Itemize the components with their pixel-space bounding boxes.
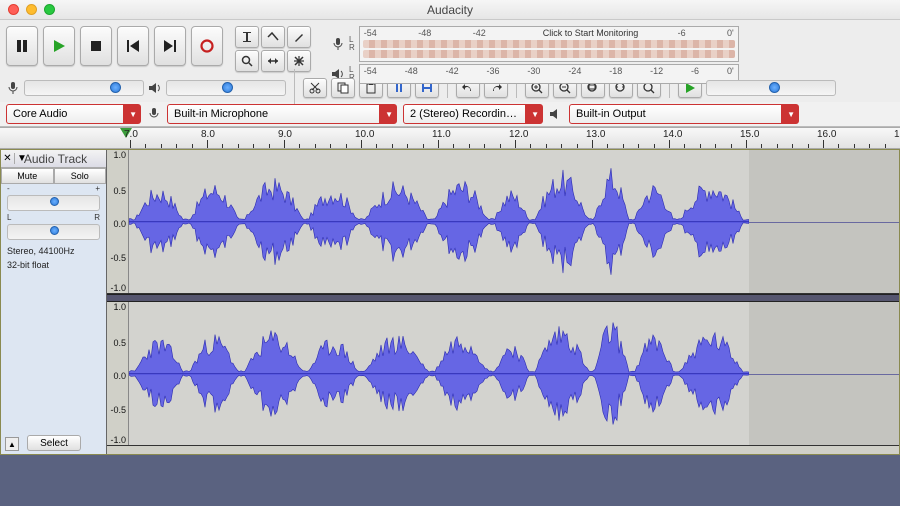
ruler-label: 17.0: [894, 129, 900, 140]
tools-grid: [235, 26, 311, 72]
track-name[interactable]: Audio Track: [1, 152, 106, 166]
waveform-left: [129, 150, 749, 293]
ruler-label: 12.0: [509, 129, 528, 140]
pan-l: L: [7, 213, 11, 222]
audio-host-combo[interactable]: Core Audio: [6, 104, 141, 124]
meter-lr-label: LR: [349, 36, 355, 52]
rec-meter-hint[interactable]: Click to Start Monitoring: [540, 28, 642, 38]
empty-region: [749, 302, 899, 445]
speaker-icon: [148, 81, 162, 95]
ruler-label: 14.0: [663, 129, 682, 140]
play-volume-slider[interactable]: [166, 80, 286, 96]
speaker-icon: [549, 107, 563, 121]
ruler-label: 15.0: [740, 129, 759, 140]
device-toolbar: Core Audio Built-in Microphone 2 (Stereo…: [0, 102, 900, 126]
mic-icon: [331, 37, 345, 51]
copy-button[interactable]: [331, 78, 355, 98]
ruler-label: 8.0: [201, 129, 215, 140]
recording-meter[interactable]: -54-48-42-18-12-60' Click to Start Monit…: [359, 26, 739, 62]
solo-button[interactable]: Solo: [54, 168, 107, 184]
pan-slider[interactable]: [7, 224, 100, 240]
cut-button[interactable]: [303, 78, 327, 98]
mute-button[interactable]: Mute: [1, 168, 54, 184]
ruler-label: 11.0: [432, 129, 451, 140]
recording-device-value: Built-in Microphone: [174, 108, 268, 120]
track-info-line2: 32-bit float: [1, 256, 106, 274]
envelope-tool[interactable]: [261, 26, 285, 48]
mic-icon: [6, 81, 20, 95]
pan-r: R: [94, 213, 100, 222]
window-title: Audacity: [0, 3, 900, 17]
gain-slider[interactable]: [7, 195, 100, 211]
playback-device-combo[interactable]: Built-in Output: [569, 104, 799, 124]
collapse-button[interactable]: ▲: [5, 437, 19, 451]
empty-region: [749, 150, 899, 293]
skip-start-button[interactable]: [117, 26, 149, 66]
toolbar-row-1: LR -54-48-42-18-12-60' Click to Start Mo…: [0, 20, 900, 74]
timeshift-tool[interactable]: [261, 50, 285, 72]
stop-button[interactable]: [80, 26, 112, 66]
channels-value: 2 (Stereo) Recordin…: [410, 108, 517, 120]
select-track-button[interactable]: Select: [27, 435, 81, 451]
skip-end-button[interactable]: [154, 26, 186, 66]
playback-meter[interactable]: -54-48-42-36-30-24-18-12-60': [359, 64, 739, 84]
rec-volume-slider[interactable]: [24, 80, 144, 96]
play-button[interactable]: [43, 26, 75, 66]
zoom-tool[interactable]: [235, 50, 259, 72]
gain-max: +: [95, 184, 100, 193]
ruler-label: 13.0: [586, 129, 605, 140]
ruler-label: 16.0: [817, 129, 836, 140]
draw-tool[interactable]: [287, 26, 311, 48]
channel-divider[interactable]: [107, 294, 899, 302]
recording-channels-combo[interactable]: 2 (Stereo) Recordin…: [403, 104, 543, 124]
waveform-right: [129, 302, 749, 445]
y-axis: 1.0 0.5 0.0 -0.5 -1.0: [107, 150, 129, 293]
gain-min: -: [7, 184, 10, 193]
waveform-area[interactable]: 1.0 0.5 0.0 -0.5 -1.0 1.0 0.5 0.0 -0.5 -…: [107, 150, 899, 454]
toolbar: LR -54-48-42-18-12-60' Click to Start Mo…: [0, 20, 900, 127]
timeline-ruler[interactable]: 7.0 8.0 9.0 10.0 11.0 12.0 13.0 14.0 15.0 16.0 17.…: [0, 127, 900, 149]
recording-device-combo[interactable]: Built-in Microphone: [167, 104, 397, 124]
ruler-label: 9.0: [278, 129, 292, 140]
channel-left[interactable]: 1.0 0.5 0.0 -0.5 -1.0: [107, 150, 899, 294]
audio-host-value: Core Audio: [13, 108, 67, 120]
track-header: ✕ Audio Track ▼: [1, 150, 106, 168]
channel-right[interactable]: 1.0 0.5 0.0 -0.5 -1.0: [107, 302, 899, 446]
tracks-area: ✕ Audio Track ▼ Mute Solo -+ LR Stereo, …: [0, 149, 900, 455]
playback-device-value: Built-in Output: [576, 108, 646, 120]
titlebar: Audacity: [0, 0, 900, 20]
ruler-label: 7.0: [124, 129, 138, 140]
track-control-panel: ✕ Audio Track ▼ Mute Solo -+ LR Stereo, …: [1, 150, 107, 454]
multi-tool[interactable]: [287, 50, 311, 72]
y-axis: 1.0 0.5 0.0 -0.5 -1.0: [107, 302, 129, 445]
ruler-label: 10.0: [355, 129, 374, 140]
pause-button[interactable]: [6, 26, 38, 66]
playback-speed-slider[interactable]: [706, 80, 836, 96]
selection-tool[interactable]: [235, 26, 259, 48]
record-button[interactable]: [191, 26, 223, 66]
mic-icon: [147, 107, 161, 121]
